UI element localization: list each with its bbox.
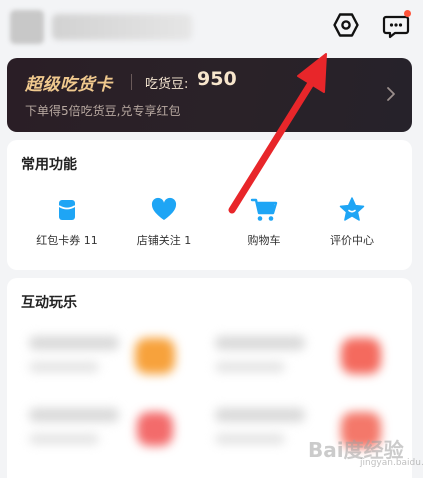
function-label: 店铺关注 1 [136,234,192,247]
notification-dot [404,10,411,17]
heart-icon [151,197,177,220]
function-red-packets[interactable]: 红包卡券 11 [17,196,117,248]
blurred-game-title[interactable] [215,336,305,350]
function-reviews[interactable]: 评价中心 [302,196,402,248]
top-bar [0,0,423,52]
messages-button[interactable] [382,10,411,40]
blurred-game-title[interactable] [29,336,119,350]
section-title: 互动玩乐 [21,295,77,311]
blurred-game-subtitle [29,362,99,372]
blurred-game-icon[interactable] [135,338,175,374]
card-subtitle: 下单得5倍吃货豆,兑专享红包 [25,104,181,118]
function-label: 评价中心 [330,234,374,247]
blurred-game-icon[interactable] [341,338,381,374]
watermark: Bai度经验 jingyan.baidu.com [300,428,423,474]
settings-button[interactable] [333,12,359,38]
function-label: 购物车 [247,234,281,247]
blurred-game-icon[interactable] [137,412,173,446]
star-face-icon [339,197,365,221]
beans-value: 950 [197,68,237,90]
cart-icon [250,198,278,221]
blurred-game-subtitle [215,362,285,372]
blurred-game-subtitle [215,434,285,444]
chevron-right-icon [387,87,395,101]
common-functions-panel: 常用功能 红包卡券 11 店铺关注 1 购物车 评价中心 [7,140,412,270]
card-title: 超级吃货卡 [25,75,113,95]
foodie-card-banner[interactable]: 超级吃货卡 吃货豆: 950 下单得5倍吃货豆,兑专享红包 [7,58,412,132]
wallet-icon [58,200,76,220]
settings-hex-icon [333,13,359,37]
avatar[interactable] [10,10,44,44]
function-cart[interactable]: 购物车 [214,196,314,248]
section-title: 常用功能 [21,157,77,173]
function-followed-shops[interactable]: 店铺关注 1 [114,196,214,248]
function-label: 红包卡券 11 [36,234,98,247]
watermark-sub: jingyan.baidu.com [360,458,423,468]
blurred-game-title[interactable] [215,408,305,422]
card-divider [131,74,132,90]
beans-label: 吃货豆: [145,77,189,92]
blurred-game-subtitle [29,434,99,444]
blurred-game-title[interactable] [29,408,119,422]
username-blurred [52,14,192,40]
